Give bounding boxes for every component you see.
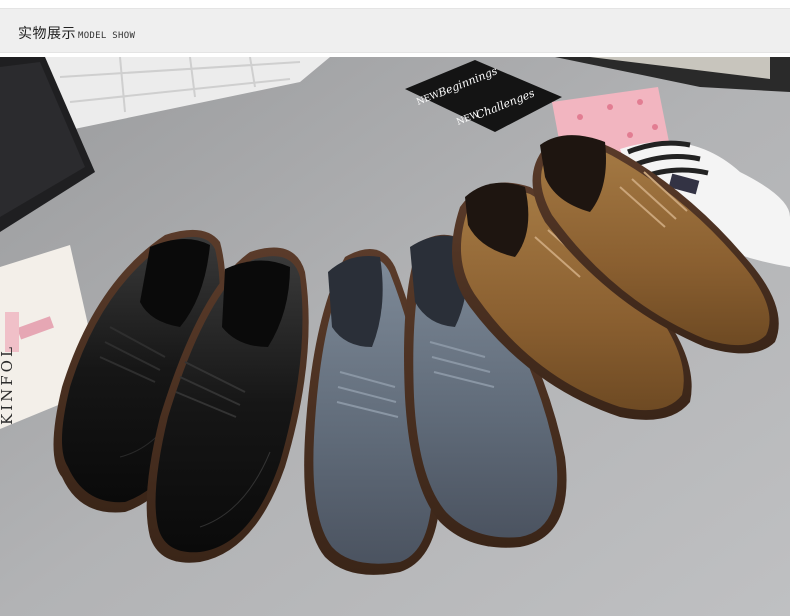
section-title-en: MODEL SHOW (78, 31, 136, 41)
section-title-cn: 实物展示 (18, 26, 76, 42)
section-title: 实物展示 MODEL SHOW (18, 23, 135, 43)
magazine-title: KINFOL (0, 344, 16, 425)
product-photo: NEW Beginnings NEW Challenges KINFOL (0, 57, 790, 616)
section-header: 实物展示 MODEL SHOW (0, 8, 790, 53)
